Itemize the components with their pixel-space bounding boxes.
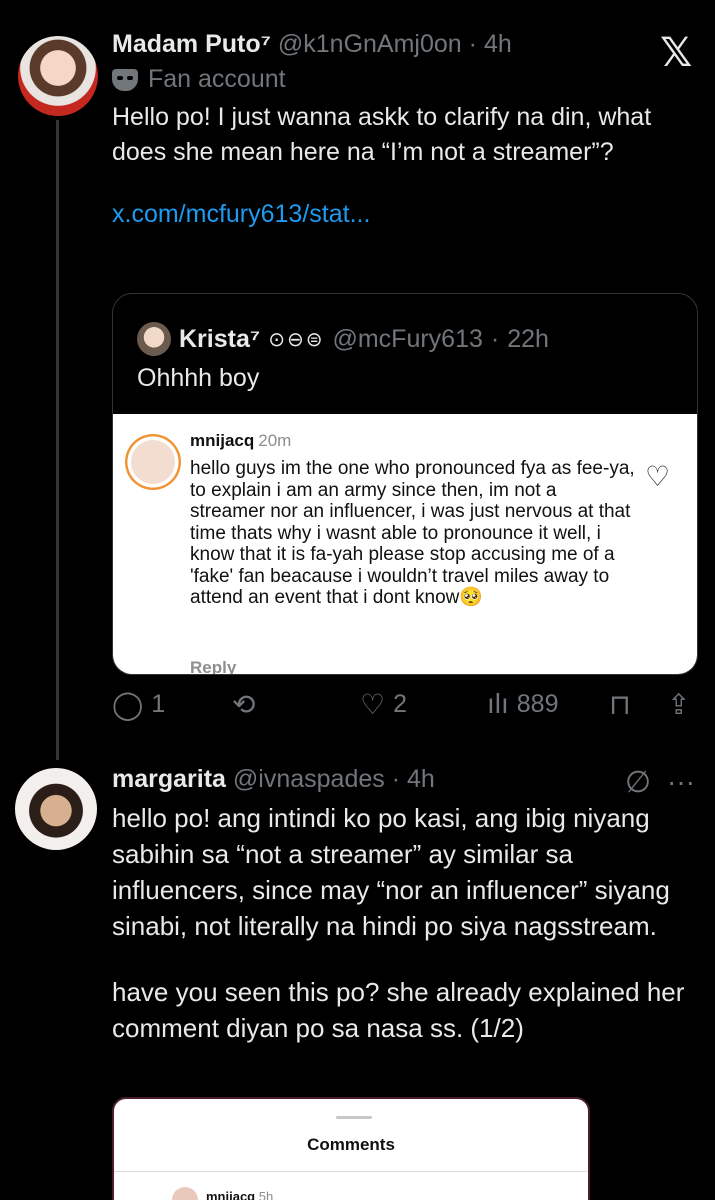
like-count: 2 <box>393 690 408 718</box>
comment-avatar <box>125 434 181 490</box>
more-icon[interactable]: ··· <box>667 766 695 798</box>
comment-text: hello guys im the one who pronounced fya… <box>190 458 635 608</box>
share-button[interactable]: ⇪ <box>667 688 690 721</box>
author-handle[interactable]: @ivnaspades <box>233 765 385 793</box>
account-label: Fan account <box>112 65 692 94</box>
separator: · <box>490 324 500 353</box>
quoted-tweet[interactable]: Krista⁷ ⊙⊖⊜ @mcFury613 · 22h Ohhhh boy m… <box>112 293 698 675</box>
tweet-link[interactable]: x.com/mcfury613/stat... <box>112 200 692 229</box>
screenshot-time: 5h <box>258 1189 274 1200</box>
account-label-text: Fan account <box>148 65 286 93</box>
retweet-button[interactable]: ⟲ <box>232 688 255 721</box>
comment-time: 20m <box>258 431 292 450</box>
view-count: 889 <box>516 689 559 718</box>
tweet-time[interactable]: 4h <box>407 765 435 793</box>
mask-icon <box>112 68 138 91</box>
heart-icon: ♡ <box>645 461 671 492</box>
screenshot-avatar <box>172 1187 198 1200</box>
tweet-header: Madam Puto⁷ @k1nGnAmj0on · 4h <box>112 30 692 59</box>
quote-header: Krista⁷ ⊙⊖⊜ @mcFury613 · 22h <box>137 322 549 356</box>
tweet[interactable]: margarita @ivnaspades · 4h hello po! ang… <box>112 765 702 1046</box>
bookmark-button[interactable]: ⊓ <box>609 688 631 721</box>
reply-count: 1 <box>151 690 166 718</box>
like-button[interactable]: ♡ 2 <box>360 688 407 721</box>
drag-handle <box>336 1116 372 1119</box>
screenshot-user: mnijacq 5h <box>206 1189 273 1200</box>
reply-button[interactable]: ◯ 1 <box>112 688 165 721</box>
tweet-text: have you seen this po? she already expla… <box>112 977 685 1043</box>
comment-screenshot[interactable]: mnijacq 20m hello guys im the one who pro… <box>113 414 697 675</box>
author-name[interactable]: Madam Puto⁷ <box>112 30 271 58</box>
avatar[interactable] <box>15 768 97 850</box>
quote-avatar <box>137 322 171 356</box>
quote-text: Ohhhh boy <box>137 364 260 392</box>
tweet-header: margarita @ivnaspades · 4h <box>112 765 702 794</box>
screenshot-username: mnijacq <box>206 1189 256 1200</box>
tweet-text: hello po! ang intindi ko po kasi, ang ib… <box>112 803 670 941</box>
tweet[interactable]: Madam Puto⁷ @k1nGnAmj0on · 4h Fan accoun… <box>112 30 692 229</box>
attached-screenshot[interactable]: Comments mnijacq 5h <box>112 1097 590 1200</box>
quote-badges: ⊙⊖⊜ <box>268 328 325 351</box>
reply-icon: ◯ <box>112 689 144 720</box>
grok-icon[interactable]: ∅ <box>625 765 651 800</box>
author-name[interactable]: margarita <box>112 765 226 793</box>
screenshot-title: Comments <box>307 1135 395 1154</box>
heart-icon: ♡ <box>360 689 386 720</box>
separator: · <box>391 765 401 793</box>
tweet-time[interactable]: 4h <box>484 30 512 58</box>
quote-time: 22h <box>507 324 549 353</box>
views-button[interactable]: ılı 889 <box>487 688 559 720</box>
thread-line <box>56 120 59 760</box>
quote-handle: @mcFury613 <box>332 324 483 353</box>
tweet-text: Hello po! I just wanna askk to clarify n… <box>112 103 652 166</box>
divider <box>114 1171 588 1172</box>
tweet-actions: ◯ 1 ⟲ ♡ 2 ılı 889 ⊓ ⇪ <box>112 688 702 728</box>
author-handle[interactable]: @k1nGnAmj0on <box>278 30 462 58</box>
avatar[interactable] <box>18 36 98 116</box>
views-icon: ılı <box>487 688 509 719</box>
comment-user: mnijacq 20m <box>190 431 291 451</box>
comment-username: mnijacq <box>190 431 255 450</box>
separator: · <box>468 30 477 58</box>
bookmark-icon: ⊓ <box>609 689 631 720</box>
quote-author-name: Krista⁷ <box>179 324 261 353</box>
share-icon: ⇪ <box>667 689 691 720</box>
retweet-icon: ⟲ <box>232 689 256 720</box>
comment-reply-label: Reply <box>190 658 237 675</box>
